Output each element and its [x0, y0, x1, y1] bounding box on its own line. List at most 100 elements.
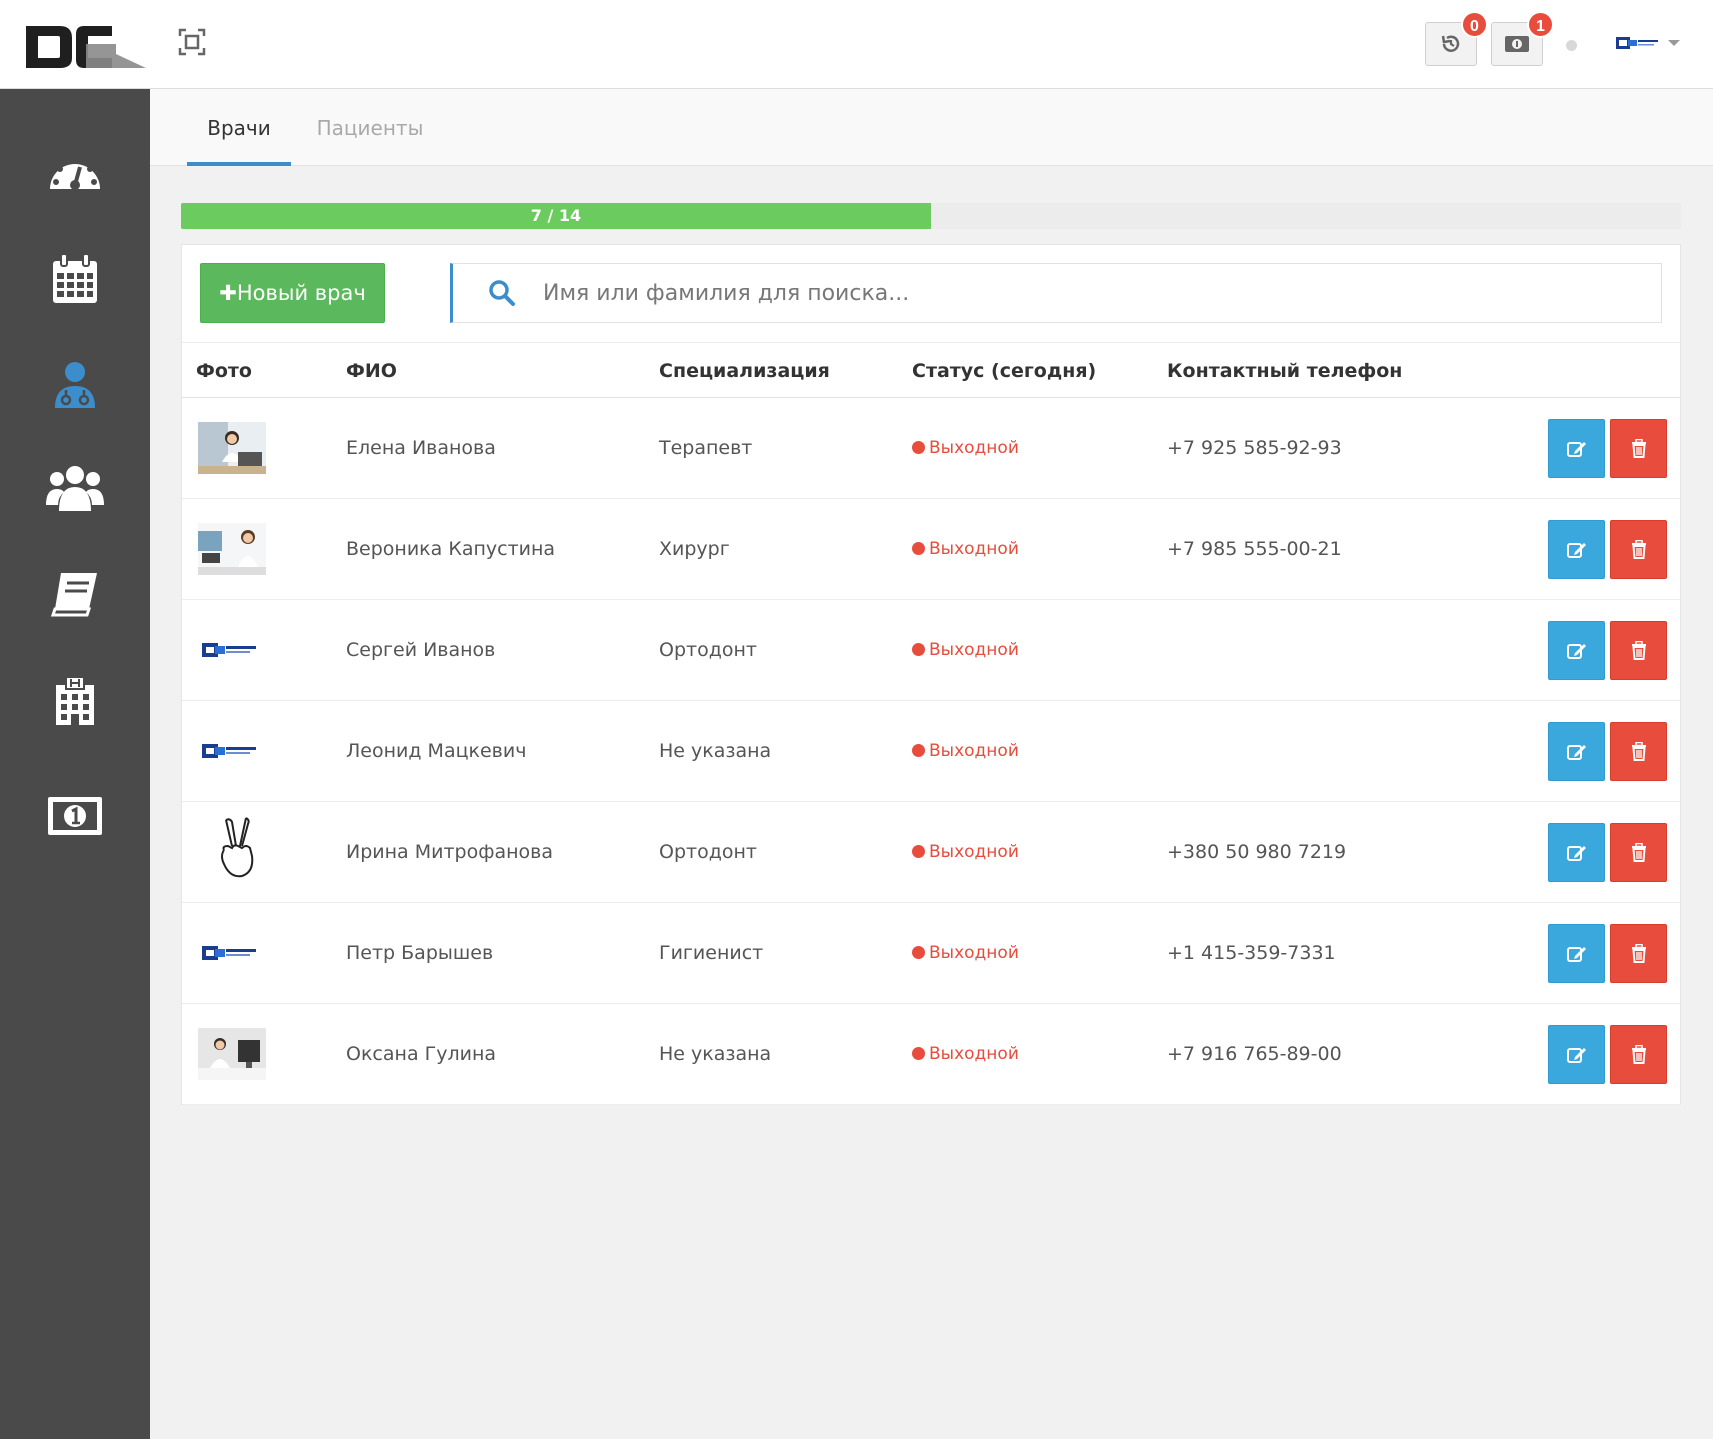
doctor-status: Выходной: [912, 1004, 1019, 1105]
app-logo[interactable]: [26, 18, 146, 72]
edit-doctor-button[interactable]: [1548, 520, 1605, 579]
doctor-name: Елена Иванова: [346, 437, 496, 459]
status-text: Выходной: [929, 438, 1019, 458]
delete-doctor-button[interactable]: [1610, 924, 1667, 983]
book-icon: [51, 573, 97, 617]
sidebar-item-calendar[interactable]: [0, 234, 150, 324]
trash-icon: [1631, 641, 1646, 660]
status-dot: [912, 542, 925, 555]
status-dot: [912, 441, 925, 454]
doctor-name: Петр Барышев: [346, 942, 494, 964]
column-name[interactable]: ФИО: [346, 343, 397, 399]
sidebar-item-doctors[interactable]: [0, 340, 150, 430]
column-status[interactable]: Статус (сегодня): [912, 343, 1096, 399]
doctor-photo: [198, 1028, 266, 1080]
column-specialization[interactable]: Специализация: [659, 343, 830, 399]
status-text: Выходной: [929, 943, 1019, 963]
history-button[interactable]: 0: [1425, 11, 1488, 66]
delete-doctor-button[interactable]: [1610, 722, 1667, 781]
status-dot: [912, 1047, 925, 1060]
user-menu[interactable]: [1612, 28, 1682, 58]
doctors-panel: ✚Новый врач Фото ФИО Специализация Стату…: [181, 244, 1681, 1105]
users-icon: [46, 466, 104, 511]
doctor-photo: [198, 927, 266, 979]
doctor-status: Выходной: [912, 398, 1019, 499]
tab-patients[interactable]: Пациенты: [310, 89, 430, 166]
status-text: Выходной: [929, 539, 1019, 559]
billing-button[interactable]: 1: [1491, 11, 1554, 66]
doctor-name: Леонид Мацкевич: [346, 740, 527, 762]
doctor-status: Выходной: [912, 701, 1019, 802]
edit-doctor-button[interactable]: [1548, 823, 1605, 882]
column-phone[interactable]: Контактный телефон: [1167, 343, 1402, 399]
doctor-phone: +7 925 585-92-93: [1167, 437, 1342, 459]
doctor-name: Оксана Гулина: [346, 1043, 497, 1065]
doctor-name: Сергей Иванов: [346, 639, 496, 661]
money-icon: [48, 797, 102, 835]
delete-doctor-button[interactable]: [1610, 823, 1667, 882]
trash-icon: [1631, 439, 1646, 458]
doctor-specialization: Ортодонт: [659, 841, 757, 863]
delete-doctor-button[interactable]: [1610, 621, 1667, 680]
edit-doctor-button[interactable]: [1548, 419, 1605, 478]
tabs-bar: Врачи Пациенты: [150, 89, 1713, 166]
sidebar-item-finance[interactable]: [0, 771, 150, 861]
table-header: Фото ФИО Специализация Статус (сегодня) …: [182, 342, 1680, 398]
search-box: [450, 263, 1662, 323]
doctor-phone: +7 916 765-89-00: [1167, 1043, 1342, 1065]
doctor-photo: [198, 624, 266, 676]
billing-badge: 1: [1527, 11, 1554, 38]
table-row: Оксана Гулина Не указана Выходной +7 916 76…: [182, 1004, 1680, 1105]
doctor-photo: [198, 725, 266, 777]
doctor-specialization: Ортодонт: [659, 639, 757, 661]
status-text: Выходной: [929, 842, 1019, 862]
trash-icon: [1631, 1045, 1646, 1064]
new-doctor-button[interactable]: ✚Новый врач: [200, 263, 385, 323]
sidebar-item-clinics[interactable]: [0, 656, 150, 746]
delete-doctor-button[interactable]: [1610, 520, 1667, 579]
table-row: Ирина Митрофанова Ортодонт Выходной +380 50…: [182, 802, 1680, 903]
table-row: Петр Барышев Гигиенист Выходной +1 415-359-…: [182, 903, 1680, 1004]
doctor-specialization: Терапевт: [659, 437, 753, 459]
search-input[interactable]: [543, 264, 1643, 322]
column-photo: Фото: [196, 360, 252, 382]
sidebar-item-dashboard[interactable]: [0, 126, 150, 216]
calendar-icon: [53, 253, 97, 303]
edit-icon: [1566, 1047, 1586, 1063]
edit-doctor-button[interactable]: [1548, 621, 1605, 680]
edit-doctor-button[interactable]: [1548, 1025, 1605, 1084]
status-text: Выходной: [929, 741, 1019, 761]
sidebar-item-patients[interactable]: [0, 444, 150, 534]
doctor-specialization: Гигиенист: [659, 942, 764, 964]
doctor-limit-progress: 7 / 14: [181, 203, 1681, 229]
online-status-dot: [1566, 40, 1577, 51]
chevron-down-icon: [1668, 40, 1680, 46]
doctor-photo: [198, 422, 266, 474]
status-dot: [912, 946, 925, 959]
delete-doctor-button[interactable]: [1610, 419, 1667, 478]
money-icon: [1505, 36, 1529, 52]
edit-doctor-button[interactable]: [1548, 924, 1605, 983]
dental-cloud-logo-icon: [1616, 37, 1658, 49]
table-row: Елена Иванова Терапевт Выходной +7 925 585-…: [182, 398, 1680, 499]
delete-doctor-button[interactable]: [1610, 1025, 1667, 1084]
tab-doctors[interactable]: Врачи: [187, 89, 291, 166]
table-row: Сергей Иванов Ортодонт Выходной: [182, 600, 1680, 701]
edit-icon: [1566, 744, 1586, 760]
doctor-phone: +7 985 555-00-21: [1167, 538, 1342, 560]
history-icon: [1441, 35, 1460, 52]
doctor-photo: [198, 817, 266, 878]
hospital-icon: [56, 676, 94, 725]
edit-icon: [1566, 845, 1586, 861]
doctor-phone: +380 50 980 7219: [1167, 841, 1347, 863]
fullscreen-icon[interactable]: [178, 28, 206, 56]
edit-doctor-button[interactable]: [1548, 722, 1605, 781]
sidebar-item-reference[interactable]: [0, 549, 150, 639]
status-dot: [912, 845, 925, 858]
table-row: Вероника Капустина Хирург Выходной +7 985 5…: [182, 499, 1680, 600]
trash-icon: [1631, 540, 1646, 559]
doctor-name: Ирина Митрофанова: [346, 841, 553, 863]
doctor-specialization: Не указана: [659, 740, 772, 762]
edit-icon: [1566, 542, 1586, 558]
status-dot: [912, 643, 925, 656]
